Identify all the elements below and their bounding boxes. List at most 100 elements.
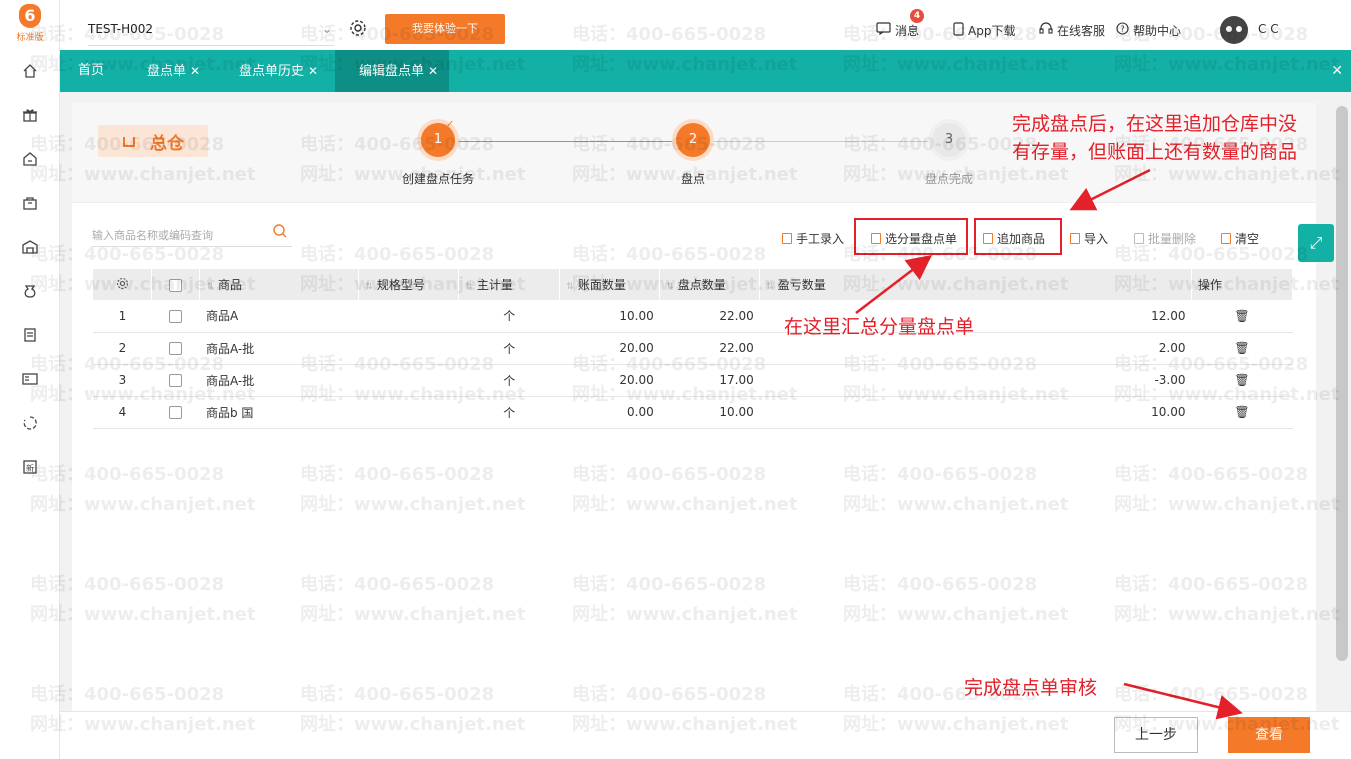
expand-icon[interactable]: ⤢ (1298, 224, 1334, 262)
header-unit[interactable]: ⇅ 主计量 (458, 269, 561, 300)
sort-icon[interactable]: ⇅ (206, 282, 214, 292)
warehouse-icon[interactable] (19, 236, 41, 258)
try-button[interactable]: 我要体验一下 (385, 14, 505, 44)
sort-icon[interactable]: ⇅ (566, 282, 574, 292)
count-qty[interactable]: 22.00 (659, 332, 760, 365)
table-row[interactable]: 3 商品A-批 个 20.00 17.00 -3.00 🗑 (93, 364, 1293, 397)
warehouse-badge: 总仓 (98, 125, 208, 157)
help-icon: ? (1116, 22, 1129, 38)
sort-icon[interactable]: ⇅ (365, 282, 373, 292)
header-action: 操作 (1191, 269, 1293, 300)
tab-inventory-count[interactable]: 盘点单 ✕ (147, 50, 200, 92)
table-row[interactable]: 2 商品A-批 个 20.00 22.00 2.00 🗑 (93, 332, 1293, 365)
finance-icon[interactable] (19, 280, 41, 302)
vertical-scrollbar[interactable] (1336, 106, 1348, 661)
select-all-cell[interactable] (151, 269, 201, 300)
spec (358, 364, 459, 397)
prev-step-button[interactable]: 上一步 (1114, 717, 1198, 753)
book-qty: 0.00 (559, 396, 660, 429)
select-all-checkbox[interactable] (169, 278, 183, 292)
table-row[interactable]: 4 商品b 国 个 0.00 10.00 10.00 🗑 (93, 396, 1293, 429)
delete-icon[interactable]: 🗑 (1191, 332, 1293, 365)
row-checkbox-cell[interactable] (151, 300, 200, 333)
sort-icon[interactable]: ⇅ (666, 282, 674, 292)
delete-icon[interactable]: 🗑 (1191, 364, 1293, 397)
step-2-label: 盘点 (680, 172, 705, 186)
help-center-link[interactable]: ? 帮助中心 (1116, 20, 1181, 40)
table-row[interactable]: 1 商品A 个 10.00 22.00 12.00 🗑 (93, 300, 1293, 333)
tab-count-history[interactable]: 盘点单历史 ✕ (239, 50, 318, 92)
row-index: 4 (93, 396, 152, 429)
clear-button[interactable]: 清空 (1221, 229, 1259, 247)
close-icon[interactable]: ✕ (428, 64, 438, 78)
delete-icon[interactable]: 🗑 (1191, 396, 1293, 429)
header-book-qty[interactable]: ⇅ 账面数量 (559, 269, 661, 300)
header-goods[interactable]: ⇅ 商品 (199, 269, 360, 300)
user-name[interactable]: C C (1258, 22, 1279, 36)
apps-icon[interactable] (19, 412, 41, 434)
close-icon[interactable]: ✕ (308, 64, 318, 78)
row-checkbox[interactable] (169, 406, 183, 419)
step-1-label: 创建盘点任务 (401, 172, 474, 186)
annotation-add-goods-line2: 有存量，但账面上还有数量的商品 (1012, 141, 1298, 163)
tab-home[interactable]: 首页 (60, 50, 122, 92)
row-checkbox-cell[interactable] (151, 364, 200, 397)
gear-icon[interactable] (349, 19, 369, 39)
tab-label: 盘点单历史 (239, 64, 305, 79)
check-icon: ✓ (446, 119, 455, 130)
count-qty[interactable]: 10.00 (659, 396, 760, 429)
goods-name: 商品A-批 (199, 364, 359, 397)
gift-icon[interactable] (19, 104, 41, 126)
new-icon[interactable]: 新 (19, 456, 41, 478)
book-qty: 10.00 (559, 300, 660, 333)
home-icon[interactable] (19, 60, 41, 82)
report-icon[interactable] (19, 324, 41, 346)
row-checkbox-cell[interactable] (151, 396, 200, 429)
online-service-link[interactable]: 在线客服 (1039, 20, 1105, 40)
sort-icon[interactable]: ⇅ (766, 282, 774, 292)
count-qty[interactable]: 22.00 (659, 300, 760, 333)
purchase-icon[interactable] (19, 148, 41, 170)
row-index: 3 (93, 364, 152, 397)
annotation-merge-sub: 在这里汇总分量盘点单 (784, 316, 975, 338)
count-qty[interactable]: 17.00 (659, 364, 760, 397)
highlight-box-add-goods (974, 218, 1062, 255)
sort-icon[interactable]: ⇅ (465, 282, 473, 292)
tab-edit-count[interactable]: 编辑盘点单 ✕ (335, 50, 449, 92)
header-spec[interactable]: ⇅ 规格型号 (358, 269, 460, 300)
headset-icon (1039, 21, 1053, 39)
close-all-icon[interactable]: ✕ (1331, 63, 1343, 79)
messages-link[interactable]: 消息 (876, 20, 919, 40)
row-checkbox[interactable] (169, 342, 183, 355)
batch-delete-button[interactable]: 批量删除 (1134, 229, 1196, 247)
column-settings-cell[interactable] (93, 269, 153, 300)
header-count-qty[interactable]: ⇅ 盘点数量 (659, 269, 761, 300)
delete-icon[interactable]: 🗑 (1191, 300, 1293, 333)
header-count-qty-label: 盘点数量 (677, 278, 726, 292)
search-placeholder: 输入商品名称或编码查询 (92, 229, 213, 242)
user-avatar[interactable] (1220, 16, 1248, 44)
row-checkbox-cell[interactable] (151, 332, 200, 365)
search-input[interactable]: 输入商品名称或编码查询 (92, 219, 292, 247)
row-checkbox[interactable] (169, 374, 183, 387)
brand-logo[interactable]: 6 标准版 (8, 4, 52, 46)
search-icon[interactable] (272, 223, 288, 242)
sales-bag-icon[interactable] (19, 192, 41, 214)
row-checkbox[interactable] (169, 309, 183, 323)
gear-icon[interactable] (116, 277, 129, 293)
manual-entry-button[interactable]: 手工录入 (782, 229, 844, 247)
header-spec-label: 规格型号 (376, 278, 425, 292)
header-diff-qty-label: 盈亏数量 (777, 278, 826, 292)
top-bar: TEST-H002 ⌄ 我要体验一下 消息 4 App下载 在线客服 ? 帮助中… (60, 0, 1351, 50)
app-download-link[interactable]: App下载 (953, 20, 1015, 40)
import-label: 导入 (1084, 231, 1109, 246)
help-center-label: 帮助中心 (1133, 23, 1182, 38)
view-button[interactable]: 查看 (1228, 717, 1310, 753)
import-button[interactable]: 导入 (1070, 229, 1108, 247)
contacts-icon[interactable] (19, 368, 41, 390)
online-service-label: 在线客服 (1057, 23, 1106, 38)
account-selector[interactable]: TEST-H002 ⌄ (88, 12, 334, 46)
header-diff-qty[interactable]: ⇅ 盈亏数量 (759, 269, 1192, 300)
logo-mark: 6 (19, 4, 41, 28)
close-icon[interactable]: ✕ (190, 64, 200, 78)
